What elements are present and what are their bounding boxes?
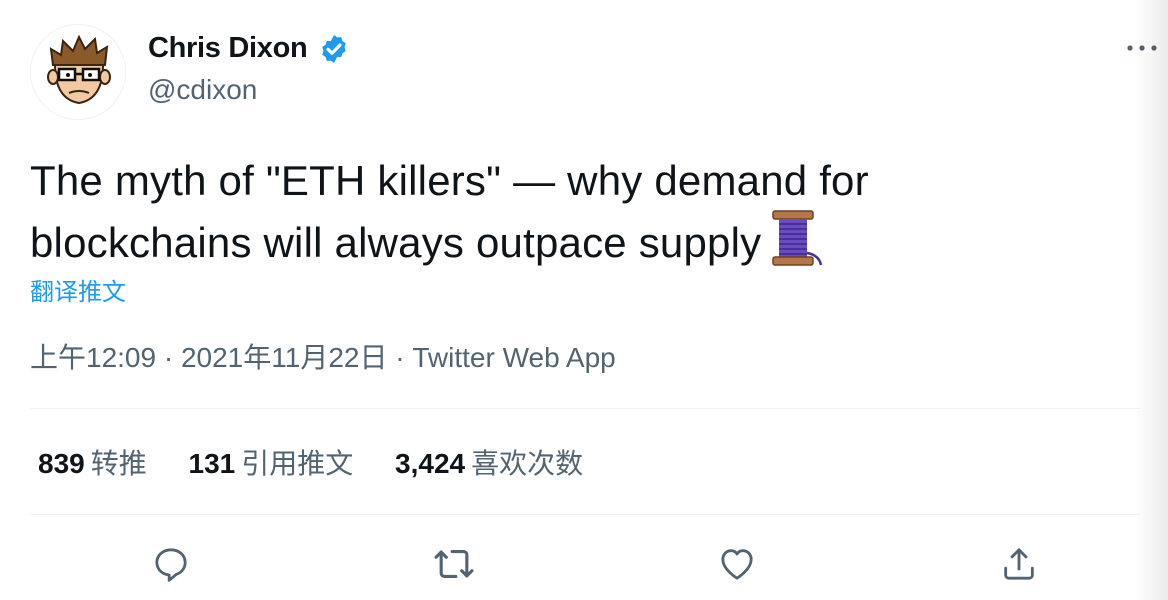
meta-separator: ·	[156, 342, 181, 373]
like-heart-icon	[721, 549, 753, 580]
tweet-time[interactable]: 上午12:09	[30, 342, 156, 373]
quotes-stat[interactable]: 131 引用推文	[189, 442, 354, 482]
retweets-label: 转推	[90, 448, 147, 479]
tweet-text-line-1: The myth of "ETH killers" — why demand f…	[30, 157, 869, 204]
likes-stat[interactable]: 3,424 喜欢次数	[395, 442, 583, 482]
tweet-text: The myth of "ETH killers" — why demand f…	[30, 152, 1030, 281]
retweet-icon	[434, 549, 474, 579]
tweet-meta: 上午12:09 · 2021年11月22日 · Twitter Web App	[30, 336, 616, 376]
retweet-button[interactable]	[432, 542, 476, 586]
likes-count: 3,424	[395, 448, 466, 479]
retweets-stat[interactable]: 839 转推	[38, 442, 147, 482]
display-name[interactable]: Chris Dixon	[148, 32, 308, 65]
tweet-source[interactable]: Twitter Web App	[412, 342, 615, 373]
share-button[interactable]	[997, 542, 1041, 586]
likes-label: 喜欢次数	[471, 448, 584, 479]
meta-separator: ·	[387, 342, 413, 373]
reply-icon	[155, 548, 187, 582]
divider	[30, 514, 1140, 515]
tweet-text-line-2: blockchains will always outpace supply	[30, 219, 762, 266]
translate-tweet-link[interactable]: 翻译推文	[30, 272, 126, 307]
share-icon	[1004, 548, 1034, 580]
avatar-cartoon-face-icon	[47, 34, 111, 105]
quotes-count: 131	[188, 448, 236, 479]
tweet-card: Chris Dixon @cdixon The myth of "ETH kil…	[0, 0, 1168, 600]
verified-badge-icon	[322, 35, 346, 63]
avatar[interactable]	[30, 24, 126, 120]
tweet-date[interactable]: 2021年11月22日	[181, 342, 388, 373]
reply-button[interactable]	[149, 542, 193, 586]
handle[interactable]: @cdixon	[148, 74, 257, 106]
thread-spool-icon	[767, 209, 825, 281]
tweet-stats: 839 转推 131 引用推文 3,424 喜欢次数	[38, 442, 617, 482]
retweets-count: 839	[38, 448, 85, 479]
scroll-edge-shadow	[1134, 0, 1168, 600]
like-button[interactable]	[715, 542, 759, 586]
divider	[30, 408, 1140, 409]
quotes-label: 引用推文	[241, 448, 354, 479]
